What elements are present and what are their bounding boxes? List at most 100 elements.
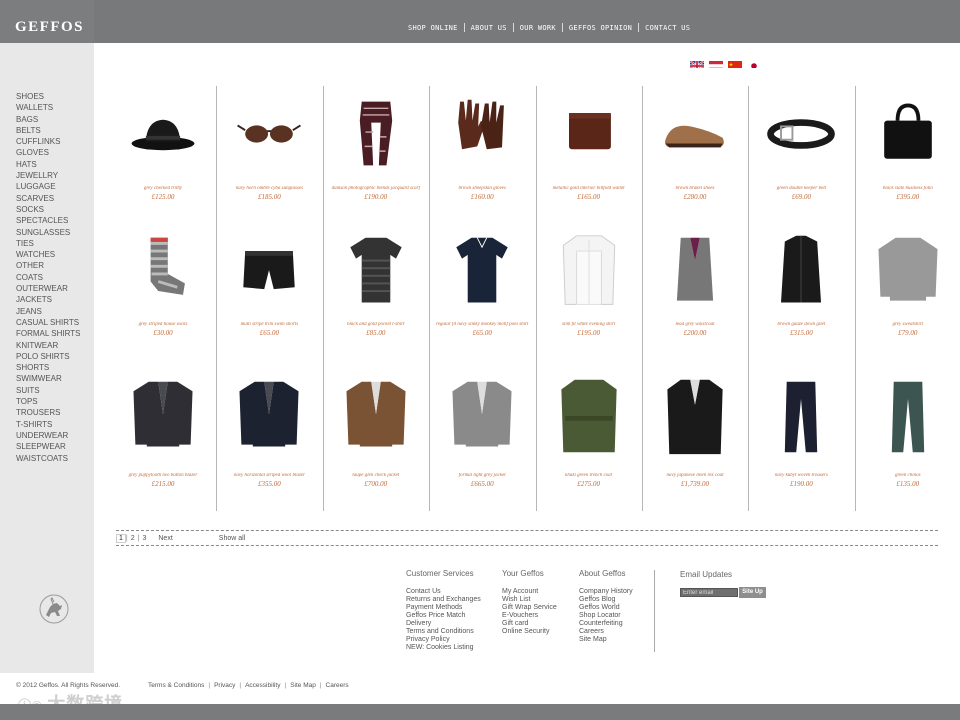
page-1-link[interactable]: 1 [116, 534, 126, 543]
waistcoat-icon[interactable] [660, 232, 730, 312]
footer-link[interactable]: Contact Us [406, 588, 481, 596]
legal-link-site-map[interactable]: Site Map [286, 682, 320, 689]
footer-link[interactable]: Careers [579, 628, 633, 636]
footer-link[interactable]: Geffos Blog [579, 596, 633, 604]
footer-link[interactable]: Shop Locator [579, 612, 633, 620]
hungary-flag-icon[interactable] [709, 58, 723, 68]
gloves-icon[interactable] [447, 94, 517, 174]
tshirt-icon[interactable] [341, 232, 411, 312]
category-outerwear[interactable]: OUTERWEAR [16, 283, 80, 294]
nav-link-about-us[interactable]: ABOUT US [465, 24, 513, 32]
footer-link[interactable]: Terms and Conditions [406, 628, 481, 636]
trousers-icon[interactable] [873, 376, 943, 456]
next-page-link[interactable]: Next [155, 535, 175, 542]
product-name[interactable]: black slate business folio [855, 186, 960, 192]
product-card[interactable]: brown brakel shoes £280.00 [642, 86, 748, 228]
site-logo[interactable]: GEFFOS [15, 19, 84, 36]
shoe-icon[interactable] [660, 94, 730, 174]
footer-link[interactable]: Gift Wrap Service [502, 604, 557, 612]
socks-icon[interactable] [128, 232, 198, 312]
footer-link[interactable]: Delivery [406, 620, 481, 628]
hat-icon[interactable] [128, 94, 198, 174]
product-name[interactable]: grey sweatshirt [855, 322, 960, 328]
page-3-link[interactable]: 3 [139, 535, 149, 542]
category-polo-shirts[interactable]: POLO SHIRTS [16, 351, 80, 362]
footer-link[interactable]: Returns and Exchanges [406, 596, 481, 604]
scarf-icon[interactable] [341, 94, 411, 174]
product-card[interactable]: black slate business folio £395.00 [855, 86, 960, 228]
show-all-link[interactable]: Show all [216, 535, 248, 542]
uk-flag-icon[interactable] [690, 58, 704, 68]
category-sleepwear[interactable]: SLEEPWEAR [16, 441, 80, 452]
product-card[interactable]: green double keeper belt £69.00 [748, 86, 854, 228]
category-other[interactable]: OTHER [16, 260, 80, 271]
legal-link-privacy[interactable]: Privacy [210, 682, 239, 689]
product-card[interactable]: grey puppytooth two button blazer £215.00 [110, 368, 216, 510]
product-name[interactable]: metallic gold interior billfold wallet [536, 186, 642, 192]
trousers-icon[interactable] [766, 376, 836, 456]
email-signup-input[interactable] [680, 588, 738, 597]
category-gloves[interactable]: GLOVES [16, 147, 80, 158]
china-flag-icon[interactable] [728, 58, 742, 68]
product-name[interactable]: black and gold pocket t-shirt [323, 322, 429, 328]
category-underwear[interactable]: UNDERWEAR [16, 430, 80, 441]
bag-icon[interactable] [873, 94, 943, 174]
category-sunglasses[interactable]: SUNGLASSES [16, 227, 80, 238]
category-socks[interactable]: SOCKS [16, 204, 80, 215]
product-name[interactable]: formal light grey jacket [429, 473, 535, 479]
nav-link-contact-us[interactable]: CONTACT US [639, 24, 696, 32]
product-name[interactable]: navy horn ombre cyba sunglasses [216, 186, 322, 192]
category-jackets[interactable]: JACKETS [16, 294, 80, 305]
product-card[interactable]: multi stripe trim swim shorts £65.00 [216, 224, 322, 366]
product-card[interactable]: brown sheepskin gloves £160.00 [429, 86, 535, 228]
product-card[interactable]: lead grey waistcoat £200.00 [642, 224, 748, 366]
category-belts[interactable]: BELTS [16, 125, 80, 136]
footer-link[interactable]: Site Map [579, 636, 633, 644]
product-name[interactable]: brown sheepskin gloves [429, 186, 535, 192]
product-name[interactable]: brown gauze down gilet [748, 322, 854, 328]
product-name[interactable]: navy kubyt woven trousers [748, 473, 854, 479]
page-2-link[interactable]: 2 [128, 535, 138, 542]
category-waistcoats[interactable]: WAISTCOATS [16, 453, 80, 464]
blazer-icon[interactable] [128, 376, 198, 456]
category-jewellry[interactable]: JEWELLRY [16, 170, 80, 181]
jacket-icon[interactable] [447, 376, 517, 456]
polo-icon[interactable] [447, 232, 517, 312]
footer-link[interactable]: E-Vouchers [502, 612, 557, 620]
category-suits[interactable]: SUITS [16, 385, 80, 396]
category-shoes[interactable]: SHOES [16, 91, 80, 102]
category-hats[interactable]: HATS [16, 159, 80, 170]
category-shorts[interactable]: SHORTS [16, 362, 80, 373]
product-card[interactable]: regular fit navy slinky monkey motif pol… [429, 224, 535, 366]
footer-link[interactable]: Counterfeiting [579, 620, 633, 628]
product-card[interactable]: green chinos £135.00 [855, 368, 960, 510]
wallet-icon[interactable] [554, 94, 624, 174]
footer-link[interactable]: Payment Methods [406, 604, 481, 612]
blazer-icon[interactable] [234, 376, 304, 456]
product-name[interactable]: multi stripe trim swim shorts [216, 322, 322, 328]
product-name[interactable]: khaki green trench coat [536, 473, 642, 479]
product-name[interactable]: damson photographic blends jacquard scar… [323, 186, 429, 192]
nav-link-geffos-opinion[interactable]: GEFFOS OPINION [563, 24, 638, 32]
trench-coat-icon[interactable] [554, 376, 624, 456]
coat-icon[interactable] [660, 376, 730, 456]
category-swimwear[interactable]: SWIMWEAR [16, 373, 80, 384]
category-ties[interactable]: TIES [16, 238, 80, 249]
category-watches[interactable]: WATCHES [16, 249, 80, 260]
product-card[interactable]: taupe glen check jacket £700.00 [323, 368, 429, 510]
product-card[interactable]: navy horizontal striped wool blazer £355.… [216, 368, 322, 510]
product-card[interactable]: khaki green trench coat £275.00 [536, 368, 642, 510]
category-casual-shirts[interactable]: CASUAL SHIRTS [16, 317, 80, 328]
category-coats[interactable]: COATS [16, 272, 80, 283]
category-cufflinks[interactable]: CUFFLINKS [16, 136, 80, 147]
product-card[interactable]: slim fit white evening shirt £195.00 [536, 224, 642, 366]
product-card[interactable]: navy horn ombre cyba sunglasses £185.00 [216, 86, 322, 228]
product-name[interactable]: grey striped house socks [110, 322, 216, 328]
shirt-icon[interactable] [554, 232, 624, 312]
legal-link-accessibility[interactable]: Accessibility [241, 682, 284, 689]
product-name[interactable]: slim fit white evening shirt [536, 322, 642, 328]
sweater-icon[interactable] [873, 232, 943, 312]
legal-link-careers[interactable]: Careers [322, 682, 353, 689]
category-spectacles[interactable]: SPECTACLES [16, 215, 80, 226]
product-name[interactable]: navy horizontal striped wool blazer [216, 473, 322, 479]
